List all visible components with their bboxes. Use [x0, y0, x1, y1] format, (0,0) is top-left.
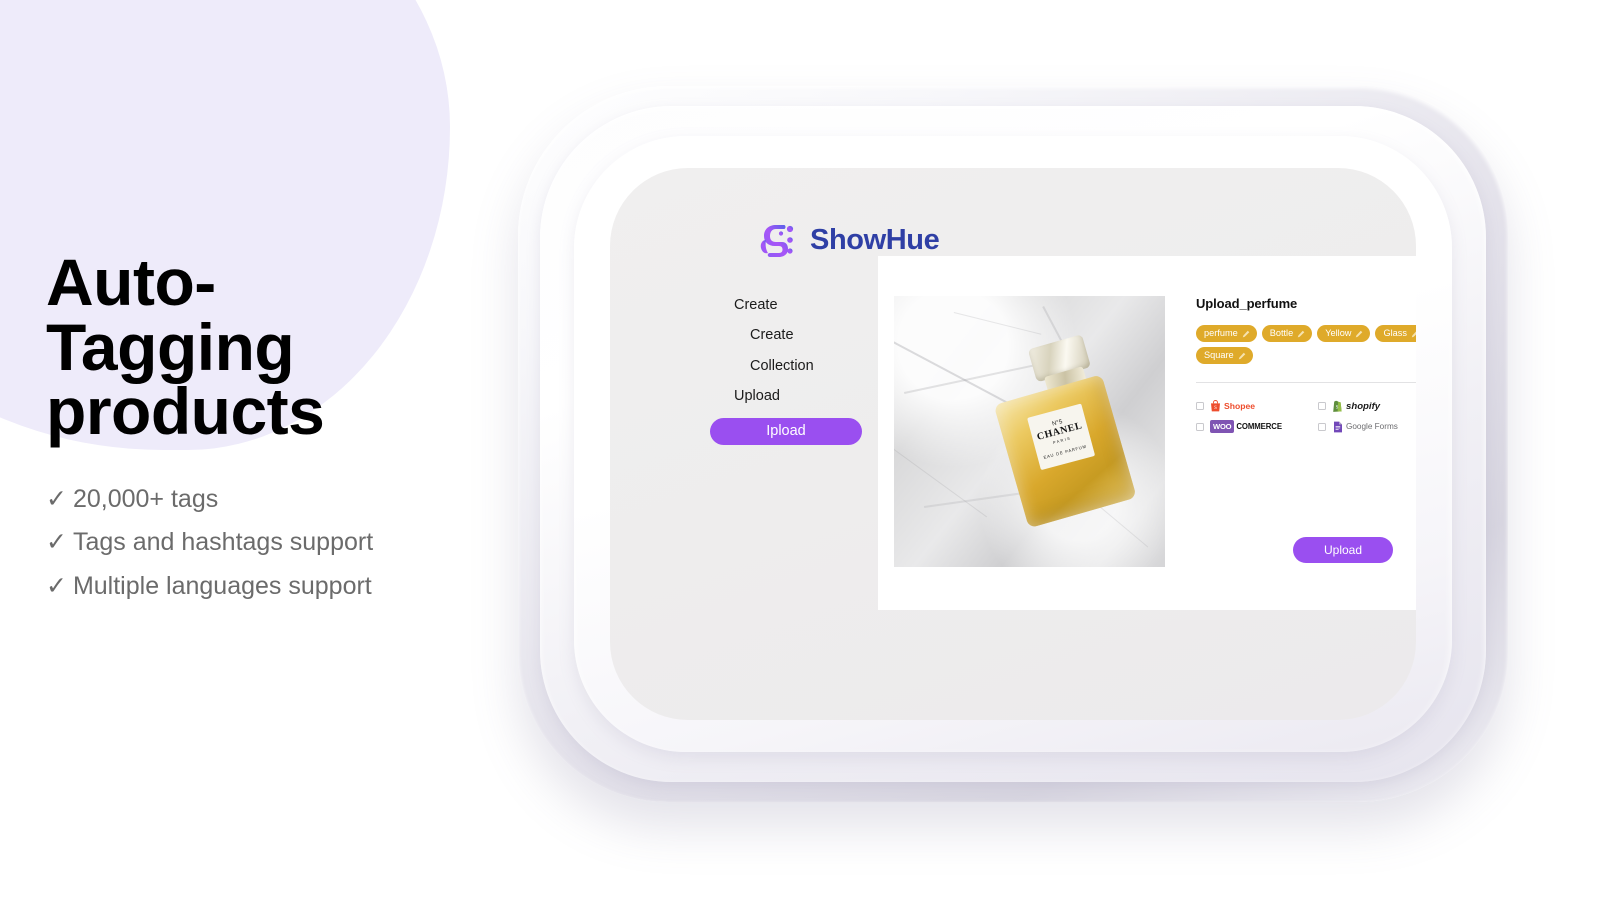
section-divider [1196, 382, 1416, 384]
perfume-bottle: N°5 CHANEL PARIS EAU DE PARFUM [976, 330, 1144, 535]
tag-chip[interactable]: Square [1196, 347, 1253, 365]
content-card: N°5 CHANEL PARIS EAU DE PARFUM Upload_pe… [878, 256, 1416, 610]
edit-pencil-icon [1298, 330, 1305, 337]
headline-line-3: products [46, 374, 325, 449]
tag-label: Glass [1383, 328, 1407, 338]
list-item-label: Multiple languages support [72, 571, 372, 600]
list-item: ✓ 20,000+ tags [46, 478, 526, 521]
tag-chip[interactable]: perfume [1196, 325, 1257, 343]
feature-list: ✓ 20,000+ tags ✓ Tags and hashtags support… [46, 478, 526, 608]
platform-option-woocommerce[interactable]: WOO COMMERCE [1196, 420, 1304, 434]
edit-pencil-icon [1242, 330, 1249, 337]
tag-list: perfume Bottle Yellow Glass Square [1196, 325, 1416, 365]
sidebar-item-upload-active[interactable]: Ipload [710, 417, 862, 445]
detail-title: Upload_perfume [1196, 296, 1298, 311]
headline-line-2: Tagging [46, 309, 295, 384]
platform-label: shopify [1346, 400, 1381, 412]
list-item-label: 20,000+ tags [72, 485, 219, 514]
tag-label: Yellow [1325, 328, 1352, 338]
tag-chip[interactable]: Bottle [1261, 325, 1313, 343]
screenshot-root: Auto- Tagging products ✓ 20,000+ tags ✓ Ta… [0, 0, 1600, 900]
platform-label: Shopee [1224, 401, 1256, 412]
platform-label: Google Forms [1346, 421, 1398, 431]
device-screen: ShowHue Create Create Collection Upload … [610, 168, 1416, 720]
check-icon: ✓ [46, 571, 67, 600]
edit-pencil-icon [1356, 330, 1363, 337]
edit-pencil-icon [1411, 331, 1416, 337]
check-icon: ✓ [46, 485, 67, 514]
tag-chip[interactable]: Glass [1375, 325, 1416, 343]
check-icon: ✓ [46, 528, 67, 557]
tag-label: perfume [1204, 328, 1238, 338]
platform-option-google-forms[interactable]: Google Forms [1318, 420, 1416, 433]
bottle-label-edp: EAU DE PARFUM [1042, 443, 1088, 460]
tag-label: Square [1204, 350, 1234, 361]
tag-label: Bottle [1269, 328, 1294, 338]
list-item: ✓ Multiple languages support [46, 565, 526, 608]
tag-chip[interactable]: Yellow [1317, 325, 1371, 343]
device-mockup: ShowHue Create Create Collection Upload … [518, 86, 1508, 802]
google-forms-icon [1334, 421, 1342, 433]
promo-panel: Auto- Tagging products ✓ 20,000+ tags ✓ Ta… [46, 249, 526, 608]
platform-checkbox-group: S Shopee S shopify WOO COMMERCE Google F… [1196, 400, 1416, 434]
detail-panel: Upload_perfume perfume Bottle Yellow Gla… [1196, 296, 1416, 434]
app-brand-name: ShowHue [810, 223, 940, 256]
checkbox-shopify[interactable] [1318, 402, 1326, 411]
app-brand: ShowHue [756, 220, 940, 260]
list-item: ✓ Tags and hashtags support [46, 521, 526, 564]
product-image[interactable]: N°5 CHANEL PARIS EAU DE PARFUM [894, 296, 1165, 567]
svg-text:S: S [1214, 407, 1217, 412]
edit-pencil-icon [1238, 352, 1245, 360]
page-title: Auto- Tagging products [46, 249, 526, 444]
checkbox-shopee[interactable] [1196, 402, 1204, 411]
platform-label: COMMERCE [1236, 422, 1282, 432]
shopify-bag-icon: S [1333, 401, 1342, 413]
checkbox-woocommerce[interactable] [1196, 422, 1204, 431]
showhue-logo-icon [760, 225, 794, 257]
svg-text:S: S [1336, 406, 1339, 411]
shopee-bag-icon: S [1211, 400, 1220, 412]
upload-button[interactable]: Upload [1293, 537, 1393, 563]
list-item-label: Tags and hashtags support [72, 528, 374, 557]
headline-line-1: Auto- [46, 245, 216, 319]
app-window: ShowHue Create Create Collection Upload … [610, 168, 1416, 720]
woocommerce-icon: WOO [1210, 420, 1235, 434]
checkbox-google-forms[interactable] [1318, 422, 1326, 431]
platform-option-shopify[interactable]: S shopify [1318, 400, 1416, 413]
platform-option-shopee[interactable]: S Shopee [1196, 400, 1304, 412]
